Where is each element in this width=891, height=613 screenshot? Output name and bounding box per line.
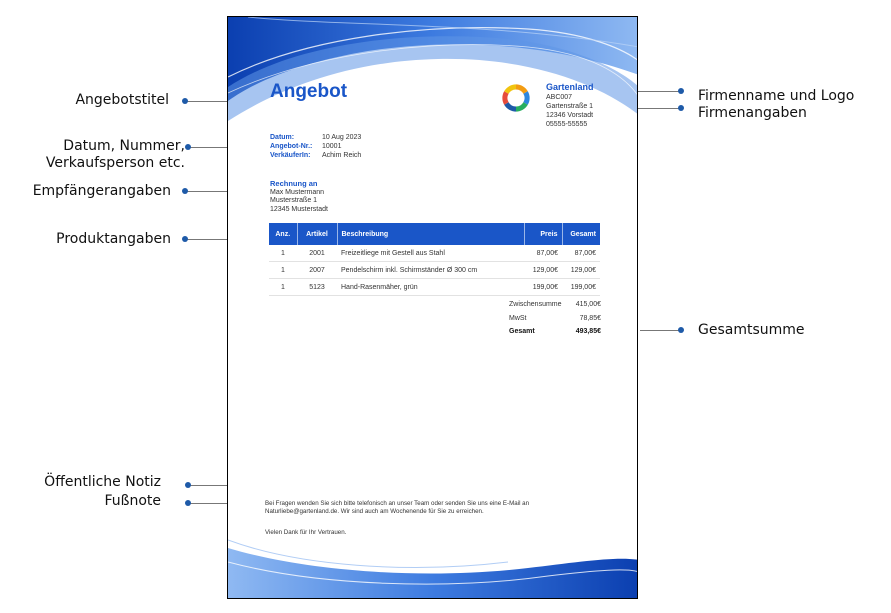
column-header-qty: Anz. bbox=[269, 223, 298, 245]
connector-line bbox=[188, 147, 227, 148]
callout-dot bbox=[182, 188, 188, 194]
callout-meta: Datum, Nummer, Verkaufsperson etc. bbox=[46, 138, 185, 172]
callout-company-details: Firmenangaben bbox=[698, 105, 807, 121]
cell-qty: 1 bbox=[269, 245, 297, 262]
subtotal-value: 415,00€ bbox=[575, 301, 601, 309]
cell-article: 5123 bbox=[297, 278, 337, 296]
connector-line bbox=[640, 330, 681, 331]
cell-price: 87,00€ bbox=[524, 245, 562, 262]
bill-to-city: 12345 Musterstadt bbox=[270, 205, 328, 213]
cell-total: 129,00€ bbox=[562, 261, 600, 279]
company-details: Gartenland ABC007 Gartenstraße 1 12346 V… bbox=[546, 82, 594, 129]
bill-to-heading: Rechnung an bbox=[270, 179, 318, 188]
cell-article: 2007 bbox=[297, 261, 337, 279]
callout-recipient: Empfängerangaben bbox=[32, 183, 171, 199]
callout-quote-title: Angebotstitel bbox=[75, 92, 169, 108]
callout-dot bbox=[678, 88, 684, 94]
date-value: 10 Aug 2023 bbox=[322, 134, 362, 141]
date-label: Datum: bbox=[270, 134, 295, 141]
callout-meta-line1: Datum, Nummer, bbox=[63, 138, 185, 154]
company-city: 12346 Vorstadt bbox=[546, 112, 594, 119]
cell-article: 2001 bbox=[297, 245, 337, 262]
tax-label: MwSt bbox=[509, 314, 527, 322]
cell-qty: 1 bbox=[269, 278, 297, 296]
quote-meta: Datum: 10 Aug 2023 Angebot-Nr.: 10001 Ve… bbox=[270, 133, 361, 160]
cell-price: 199,00€ bbox=[524, 278, 562, 296]
document-title: Angebot bbox=[270, 81, 348, 102]
connector-line bbox=[188, 485, 227, 486]
callout-dot bbox=[182, 98, 188, 104]
cell-qty: 1 bbox=[269, 261, 297, 279]
cell-total: 199,00€ bbox=[562, 278, 600, 296]
company-street: Gartenstraße 1 bbox=[546, 103, 594, 110]
seller-label: VerkäuferIn: bbox=[270, 152, 311, 159]
cell-description: Hand-Rasenmäher, grün bbox=[337, 278, 524, 296]
table-row: 1 2007 Pendelschirm inkl. Schirmständer … bbox=[269, 261, 600, 279]
callout-dot bbox=[185, 500, 191, 506]
cell-total: 87,00€ bbox=[562, 245, 600, 262]
connector-line bbox=[638, 91, 681, 92]
callout-dot bbox=[678, 105, 684, 111]
connector-line bbox=[188, 503, 227, 504]
bill-to: Rechnung an Max Mustermann Musterstraße … bbox=[270, 179, 328, 214]
totals-block: Zwischensumme 415,00€ MwSt 78,85€ Gesamt… bbox=[509, 298, 601, 339]
table-header-row: Anz. Artikel Beschreibung Preis Gesamt bbox=[269, 223, 600, 245]
callout-dot bbox=[185, 482, 191, 488]
table-row: 1 2001 Freizeitliege mit Gestell aus Sta… bbox=[269, 245, 600, 262]
tax-value: 78,85€ bbox=[579, 314, 601, 322]
cell-description: Pendelschirm inkl. Schirmständer Ø 300 c… bbox=[337, 261, 524, 279]
footnote: Vielen Dank für Ihr Vertrauen. bbox=[265, 529, 347, 536]
connector-line bbox=[185, 101, 227, 102]
bill-to-name: Max Mustermann bbox=[270, 188, 325, 196]
callout-dot bbox=[678, 327, 684, 333]
bill-to-street: Musterstraße 1 bbox=[270, 197, 318, 204]
callout-public-note: Öffentliche Notiz bbox=[44, 474, 161, 490]
column-header-price: Preis bbox=[524, 223, 563, 245]
table-row: 1 5123 Hand-Rasenmäher, grün 199,00€ 199… bbox=[269, 278, 600, 296]
company-code: ABC007 bbox=[546, 94, 573, 101]
connector-line bbox=[185, 191, 227, 192]
seller-value: Achim Reich bbox=[322, 152, 362, 159]
callout-products: Produktangaben bbox=[56, 231, 171, 247]
footer-wave-graphic bbox=[228, 539, 637, 598]
callout-dot bbox=[185, 144, 191, 150]
quote-document: Angebot Gartenland ABC007 Gartenstraße 1… bbox=[227, 16, 638, 599]
column-header-total: Gesamt bbox=[562, 223, 600, 245]
company-phone: 05555-55555 bbox=[546, 121, 588, 128]
connector-line bbox=[185, 239, 227, 240]
connector-line bbox=[638, 108, 681, 109]
cell-price: 129,00€ bbox=[524, 261, 562, 279]
company-logo-icon bbox=[502, 84, 530, 112]
subtotal-label: Zwischensumme bbox=[509, 301, 562, 309]
company-name: Gartenland bbox=[546, 82, 594, 92]
cell-description: Freizeitliege mit Gestell aus Stahl bbox=[337, 245, 524, 262]
grand-total-value: 493,85€ bbox=[575, 328, 601, 336]
callout-total: Gesamtsumme bbox=[698, 322, 805, 338]
callout-dot bbox=[182, 236, 188, 242]
quote-number-value: 10001 bbox=[322, 143, 342, 150]
column-header-article: Artikel bbox=[297, 223, 338, 245]
public-note: Bei Fragen wenden Sie sich bitte telefon… bbox=[265, 500, 530, 515]
grand-total-label: Gesamt bbox=[509, 328, 535, 336]
items-table: Anz. Artikel Beschreibung Preis Gesamt 1… bbox=[269, 223, 600, 296]
callout-meta-line2: Verkaufsperson etc. bbox=[45, 155, 185, 171]
callout-company-name-logo: Firmenname und Logo bbox=[698, 88, 855, 104]
callout-footnote: Fußnote bbox=[104, 493, 161, 509]
column-header-description: Beschreibung bbox=[337, 223, 525, 245]
quote-number-label: Angebot-Nr.: bbox=[270, 143, 313, 150]
